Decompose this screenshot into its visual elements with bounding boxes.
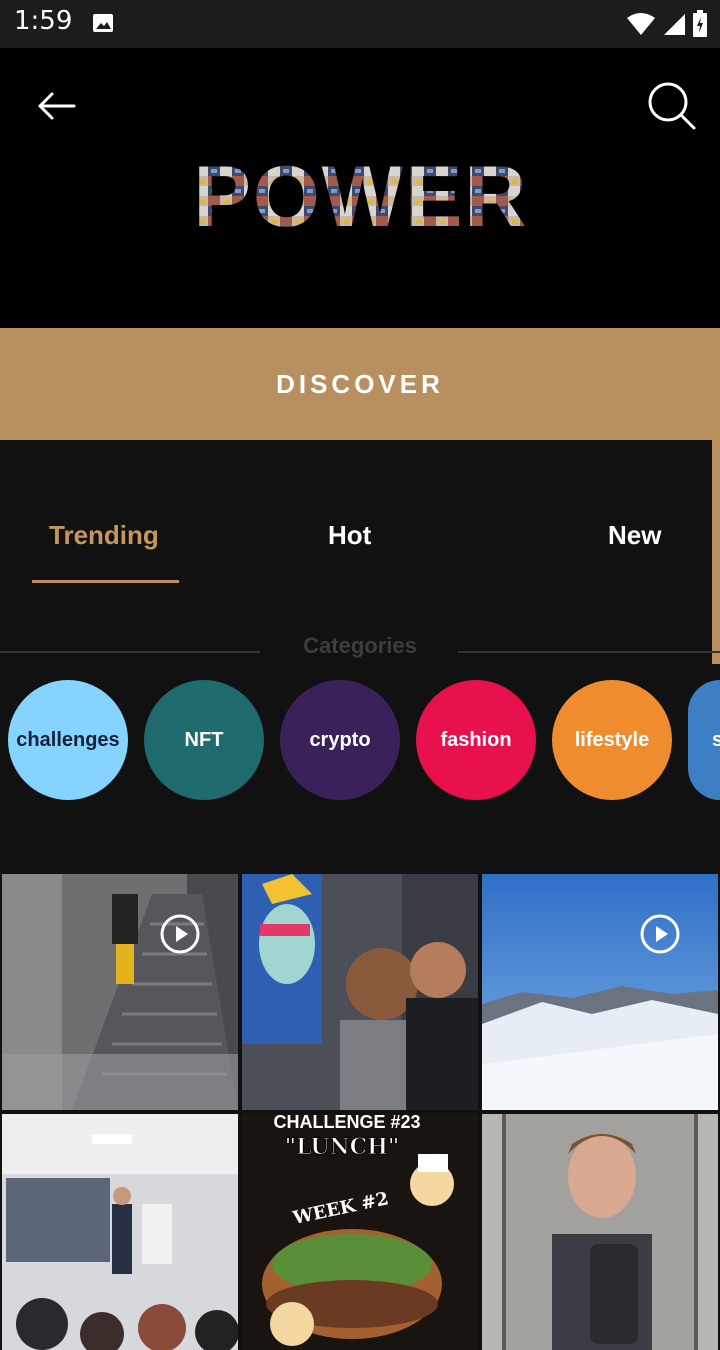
power-logo: POWER: [194, 156, 529, 236]
tile-image: [242, 874, 478, 1110]
divider-right: [458, 651, 720, 653]
wifi-icon: [627, 13, 655, 35]
categories-title: Categories: [303, 633, 417, 658]
media-tile-mountains[interactable]: [482, 874, 718, 1110]
category-lifestyle[interactable]: lifestyle: [552, 680, 672, 800]
divider-left: [0, 651, 260, 653]
scroll-indicator: [712, 440, 720, 664]
discover-label: DISCOVER: [276, 368, 444, 399]
media-tile-escalator[interactable]: [2, 874, 238, 1110]
active-tab-indicator: [32, 580, 179, 583]
back-arrow-icon[interactable]: [30, 86, 82, 126]
tile-image: [482, 874, 718, 1110]
media-grid: CHALLENGE #23 "LUNCH" WEEK #2: [0, 872, 720, 1350]
logo-text: POWER: [194, 156, 529, 236]
category-fashion[interactable]: fashion: [416, 680, 536, 800]
category-challenges[interactable]: challenges: [8, 680, 128, 800]
search-icon[interactable]: [640, 78, 700, 132]
battery-icon: [693, 10, 707, 37]
discover-banner: DISCOVER: [0, 328, 720, 440]
image-notification-icon: [93, 14, 113, 32]
tile-image: [2, 874, 238, 1110]
category-crypto[interactable]: crypto: [280, 680, 400, 800]
status-bar: 1:59: [0, 0, 720, 48]
tile-image: CHALLENGE #23 "LUNCH" WEEK #2: [242, 1114, 478, 1350]
tile-image: [2, 1114, 238, 1350]
media-tile-selfie[interactable]: [242, 874, 478, 1110]
tile-caption-challenge: CHALLENGE #23: [273, 1114, 420, 1132]
tab-trending[interactable]: Trending: [49, 520, 159, 551]
media-tile-lunch-challenge[interactable]: CHALLENGE #23 "LUNCH" WEEK #2: [242, 1114, 478, 1350]
feed-tabs: Trending Hot New: [0, 440, 720, 590]
tab-new[interactable]: New: [608, 520, 661, 551]
category-partial[interactable]: s: [688, 680, 720, 800]
media-tile-mirror-selfie[interactable]: [482, 1114, 718, 1350]
status-time: 1:59: [14, 6, 73, 36]
tab-hot[interactable]: Hot: [328, 520, 371, 551]
app-header: POWER: [0, 48, 720, 328]
signal-icon: [664, 14, 685, 35]
tile-caption-lunch: "LUNCH": [285, 1134, 400, 1160]
play-icon: [640, 914, 680, 954]
media-tile-presentation[interactable]: [2, 1114, 238, 1350]
play-icon: [160, 914, 200, 954]
category-nft[interactable]: NFT: [144, 680, 264, 800]
tile-image: [482, 1114, 718, 1350]
